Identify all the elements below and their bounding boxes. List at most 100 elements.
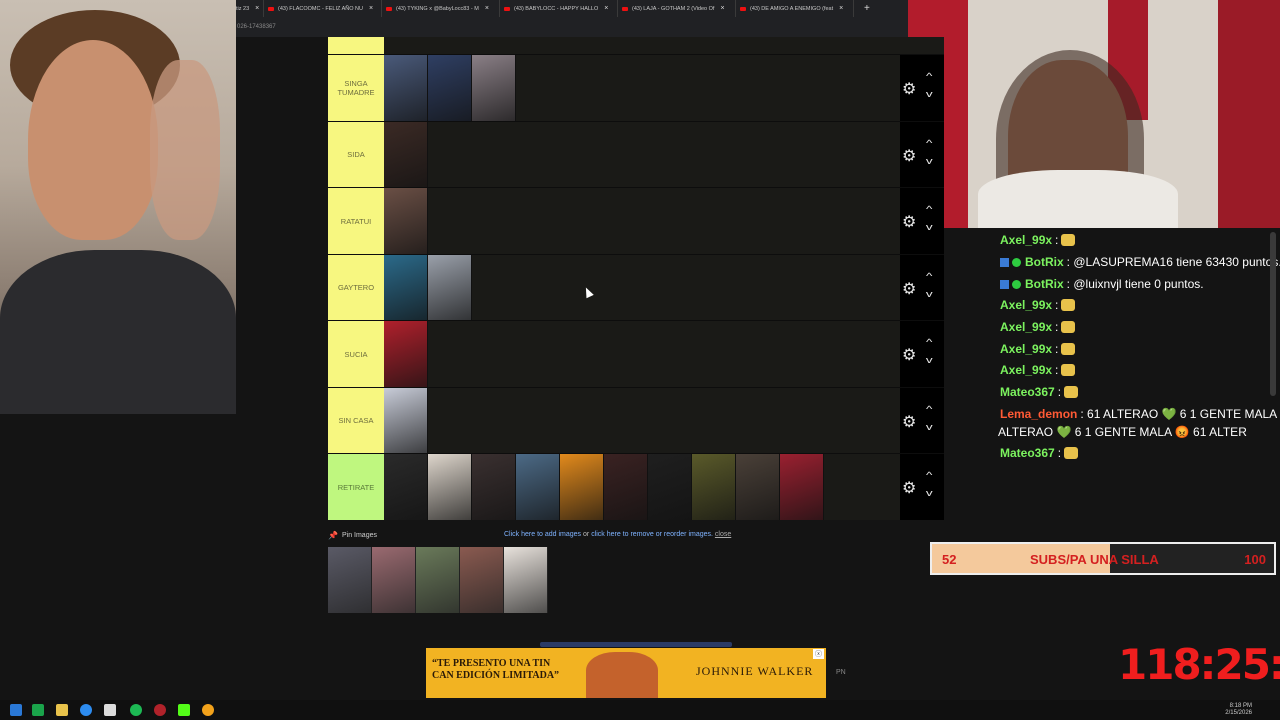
close-tab-icon[interactable]: ×	[255, 5, 259, 12]
gear-icon[interactable]: ⚙	[902, 79, 916, 99]
chevron-up-icon[interactable]: ^	[926, 138, 932, 148]
remove-reorder-link[interactable]: click here to remove or reorder images.	[591, 531, 713, 538]
chat-username[interactable]: Axel_99x	[1000, 342, 1052, 356]
gear-icon[interactable]: ⚙	[902, 212, 916, 232]
ad-banner[interactable]: “TE PRESENTO UNA TIN CAN EDICIÓN LIMITAD…	[426, 648, 826, 698]
tier-image[interactable]	[604, 454, 648, 520]
notepad-icon[interactable]	[104, 704, 116, 716]
chevron-up-icon[interactable]: ^	[926, 470, 932, 480]
tier-image[interactable]	[428, 55, 472, 121]
spotify-icon[interactable]	[130, 704, 142, 716]
obs-icon[interactable]	[154, 704, 166, 716]
gear-icon[interactable]: ⚙	[902, 146, 916, 166]
new-tab-icon[interactable]: +	[864, 3, 870, 14]
pinned-image[interactable]	[504, 547, 548, 613]
chat-username[interactable]: Mateo367	[1000, 446, 1055, 460]
tier-label[interactable]: RETIRATE	[328, 454, 384, 520]
chevron-down-icon[interactable]: v	[926, 422, 933, 432]
chrome-canary-icon[interactable]	[202, 704, 214, 716]
chevron-down-icon[interactable]: v	[926, 355, 933, 365]
browser-tab[interactable]: (43) BABYLOCC - HAPPY HALLO ×	[500, 0, 618, 17]
start-icon[interactable]	[10, 704, 22, 716]
emote-icon	[1064, 447, 1079, 459]
chat-username[interactable]: Axel_99x	[1000, 233, 1052, 247]
chat-username[interactable]: BotRix	[1025, 255, 1064, 269]
chat-username[interactable]: BotRix	[1025, 277, 1064, 291]
close-tab-icon[interactable]: ×	[485, 5, 489, 12]
goal-current: 52	[942, 552, 957, 567]
gear-icon[interactable]: ⚙	[902, 345, 916, 365]
emote-icon	[1061, 343, 1076, 355]
tier-image[interactable]	[692, 454, 736, 520]
kick-icon[interactable]	[178, 704, 190, 716]
chat-username[interactable]: Lema_demon	[1000, 407, 1077, 421]
or-text: or	[583, 531, 590, 538]
chevron-up-icon[interactable]: ^	[926, 337, 932, 347]
tier-label[interactable]: SINGA TUMADRE	[328, 55, 384, 121]
gear-icon[interactable]: ⚙	[902, 478, 916, 498]
terminal-icon[interactable]	[32, 704, 44, 716]
tier-image[interactable]	[428, 254, 472, 321]
tier-image[interactable]	[560, 454, 604, 520]
tier-image[interactable]	[384, 55, 428, 121]
chat-username[interactable]: Axel_99x	[1000, 320, 1052, 334]
chat-scrollbar[interactable]	[1270, 232, 1276, 396]
chevron-down-icon[interactable]: v	[926, 289, 933, 299]
tier-image[interactable]	[472, 454, 516, 520]
tier-label[interactable]: SIDA	[328, 121, 384, 188]
folder-icon[interactable]	[56, 704, 68, 716]
tier-image[interactable]	[384, 188, 428, 254]
tier-image[interactable]	[384, 387, 428, 454]
pinned-image[interactable]	[328, 547, 372, 613]
tier-image[interactable]	[516, 454, 560, 520]
system-tray[interactable]: 8:18 PM 2/15/2026	[1225, 703, 1252, 717]
close-tab-icon[interactable]: ×	[720, 5, 724, 12]
tier-label[interactable]: RATATUI	[328, 188, 384, 254]
chevron-down-icon[interactable]: v	[926, 222, 933, 232]
tier-image[interactable]	[736, 454, 780, 520]
tier-image[interactable]	[384, 121, 428, 188]
close-link[interactable]: close	[715, 531, 731, 538]
gear-icon[interactable]: ⚙	[902, 279, 916, 299]
chat-username[interactable]: Axel_99x	[1000, 298, 1052, 312]
close-tab-icon[interactable]: ×	[369, 5, 373, 12]
browser-tab[interactable]: (43) LAJA - GOTHAM 2 (Video Of ×	[618, 0, 736, 17]
chevron-down-icon[interactable]: v	[926, 89, 933, 99]
tier-label[interactable]: GAYTERO	[328, 254, 384, 321]
close-tab-icon[interactable]: ×	[604, 5, 608, 12]
tier-image[interactable]	[648, 454, 692, 520]
tier-image[interactable]	[472, 55, 516, 121]
pinned-image[interactable]	[372, 547, 416, 613]
tier-image[interactable]	[428, 454, 472, 520]
pinned-image[interactable]	[460, 547, 504, 613]
chevron-up-icon[interactable]: ^	[926, 271, 932, 281]
browser-tab[interactable]: (43) TYKING x @BabyLocc83 - M ×	[382, 0, 500, 17]
tier-items	[384, 454, 900, 520]
tier-image[interactable]	[384, 254, 428, 321]
horizontal-scrollbar[interactable]	[540, 642, 732, 647]
chevron-down-icon[interactable]: v	[926, 488, 933, 498]
chat-username[interactable]: Mateo367	[1000, 385, 1055, 399]
chat-text: :	[1055, 342, 1059, 356]
tier-image[interactable]	[780, 454, 824, 520]
gear-icon[interactable]: ⚙	[902, 412, 916, 432]
tier-label[interactable]: SIN CASA	[328, 387, 384, 454]
browser-tab[interactable]: tiz 23 ×	[236, 0, 264, 17]
tier-label[interactable]: SUCIA	[328, 321, 384, 387]
ad-close-icon[interactable]: ⓧ	[813, 649, 824, 659]
chevron-down-icon[interactable]: v	[926, 156, 933, 166]
chevron-up-icon[interactable]: ^	[926, 71, 932, 81]
chevron-up-icon[interactable]: ^	[926, 204, 932, 214]
chevron-up-icon[interactable]: ^	[926, 404, 932, 414]
browser-tab[interactable]: (43) DE AMIGO A ENEMIGO (feat ×	[736, 0, 854, 17]
pinned-image[interactable]	[416, 547, 460, 613]
tier-image[interactable]	[384, 321, 428, 387]
tier-image[interactable]	[384, 454, 428, 520]
address-bar-fragment[interactable]: 026-17438367	[236, 17, 908, 37]
chat-username[interactable]: Axel_99x	[1000, 363, 1052, 377]
chrome-icon[interactable]	[80, 704, 92, 716]
browser-tab[interactable]: (43) FLACOOMC - FELIZ AÑO NU ×	[264, 0, 382, 17]
close-tab-icon[interactable]: ×	[839, 5, 843, 12]
add-images-link[interactable]: Click here to add images	[504, 531, 581, 538]
tier-items	[384, 121, 900, 188]
